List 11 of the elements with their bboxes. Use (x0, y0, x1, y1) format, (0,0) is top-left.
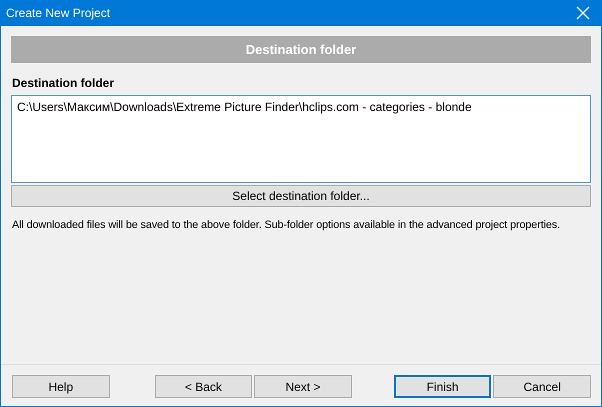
select-folder-button[interactable]: Select destination folder... (11, 185, 591, 207)
dialog-button[interactable]: < Back (154, 375, 252, 398)
info-text: All downloaded files will be saved to the above folder. Sub-folder options available in the advanced project properties. (12, 219, 560, 231)
section-header: Destination folder (11, 36, 591, 63)
window-title: Create New Project (6, 6, 110, 20)
dialog-button[interactable]: Finish (394, 375, 492, 398)
dialog-button[interactable]: Help (12, 375, 110, 398)
folder-path-field[interactable]: C:\Users\Максим\Downloads\Extreme Picture Finder\hclips.com - categories - blonde (11, 95, 591, 183)
dialog-button[interactable]: Next > (254, 375, 352, 398)
field-label: Destination folder (12, 76, 116, 90)
dialog-button[interactable]: Cancel (493, 375, 591, 398)
